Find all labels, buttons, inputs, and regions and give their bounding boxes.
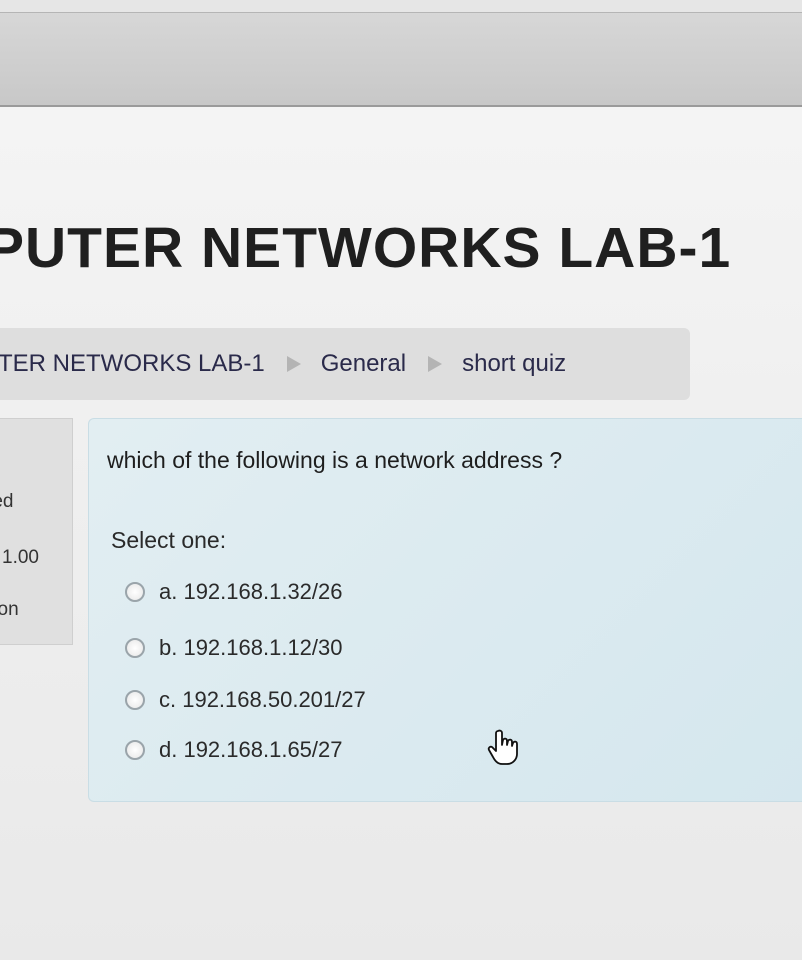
answer-option-label: b. 192.168.1.12/30	[159, 635, 343, 660]
breadcrumb-item-general[interactable]: General	[315, 350, 412, 378]
radio-button-icon[interactable]	[125, 740, 145, 760]
question-status: red	[0, 491, 14, 512]
question-text: which of the following is a network addr…	[107, 447, 563, 473]
answer-option-c[interactable]: c. 192.168.50.201/27	[125, 685, 366, 715]
flag-question-link[interactable]: tion	[0, 599, 19, 621]
answer-option-a[interactable]: a. 192.168.1.32/26	[125, 577, 343, 607]
breadcrumb: TER NETWORKS LAB-1 General short quiz	[0, 328, 690, 400]
answer-option-label: d. 192.168.1.65/27	[159, 737, 343, 762]
course-title: PUTER NETWORKS LAB-1	[0, 216, 732, 280]
breadcrumb-item-course[interactable]: TER NETWORKS LAB-1	[0, 350, 271, 378]
answer-option-label: c. 192.168.50.201/27	[159, 687, 366, 712]
radio-button-icon[interactable]	[125, 582, 145, 602]
question-mark-value: 1.00	[2, 547, 39, 568]
answer-option-b[interactable]: b. 192.168.1.12/30	[125, 633, 343, 663]
breadcrumb-separator-icon	[286, 356, 301, 372]
answer-option-label: a. 192.168.1.32/26	[159, 579, 343, 604]
select-one-prompt: Select one:	[111, 527, 227, 553]
question-info-panel: red 1.00 tion	[0, 418, 73, 645]
radio-button-icon[interactable]	[125, 638, 145, 658]
hand-pointer-icon	[487, 729, 518, 765]
answer-option-d[interactable]: d. 192.168.1.65/27	[125, 735, 343, 765]
browser-address-strip	[0, 0, 802, 13]
browser-top-bar	[0, 0, 802, 107]
breadcrumb-item-quiz[interactable]: short quiz	[456, 350, 572, 378]
radio-button-icon[interactable]	[125, 690, 145, 710]
breadcrumb-separator-icon	[428, 356, 443, 372]
question-panel: which of the following is a network addr…	[88, 418, 802, 802]
